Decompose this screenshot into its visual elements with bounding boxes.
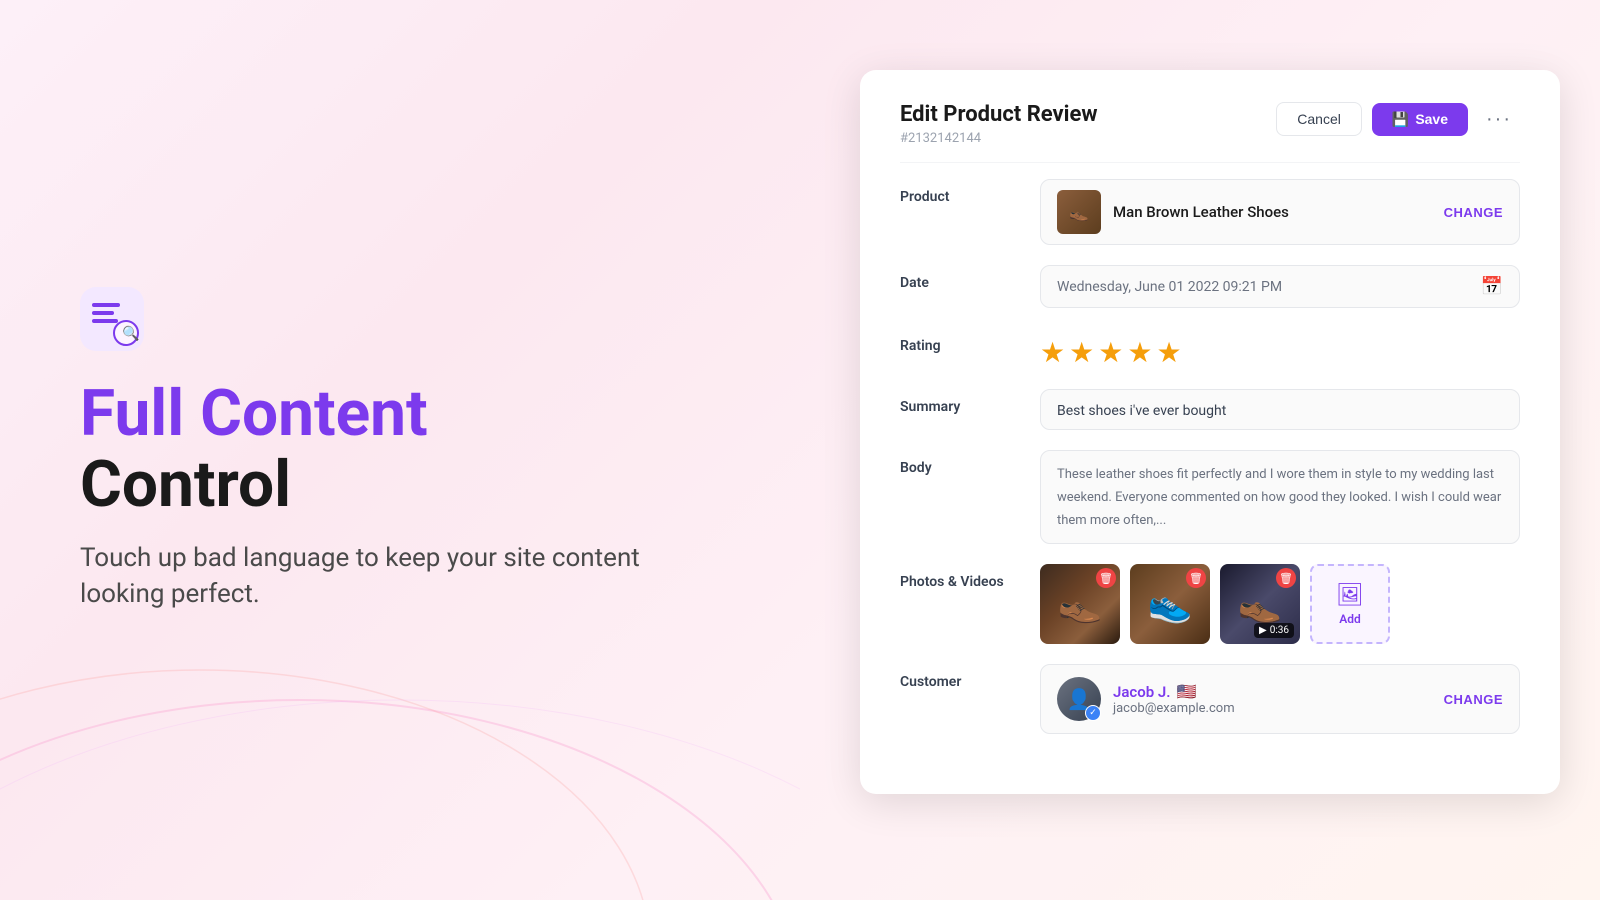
add-photo-label: Add [1339,612,1361,626]
svg-text:🔍: 🔍 [122,324,139,342]
summary-value: Best shoes i've ever bought [1057,403,1226,419]
customer-email: jacob@example.com [1113,701,1235,716]
logo-icon: 🔍 [80,287,640,355]
card-title-block: Edit Product Review #2132142144 [900,102,1098,146]
date-field: Wednesday, June 01 2022 09:21 PM 📅 [1040,265,1520,308]
star-1[interactable]: ★ [1040,336,1065,369]
card-actions: Cancel 💾 Save ··· [1276,102,1520,136]
star-5[interactable]: ★ [1156,336,1181,369]
save-icon: 💾 [1392,111,1409,128]
verified-badge: ✓ [1085,705,1101,721]
edit-product-review-card: Edit Product Review #2132142144 Cancel 💾… [860,70,1560,794]
date-value: Wednesday, June 01 2022 09:21 PM [1057,279,1282,295]
summary-label: Summary [900,389,1020,415]
product-field: 👞 Man Brown Leather Shoes CHANGE [1040,179,1520,245]
customer-box: 👤 ✓ Jacob J. 🇺🇸 jacob@example.com CHANGE [1040,664,1520,734]
body-label: Body [900,450,1020,476]
save-button[interactable]: 💾 Save [1372,103,1468,136]
rating-field: ★ ★ ★ ★ ★ [1040,328,1520,369]
video-duration: 0:36 [1270,625,1289,636]
body-field: These leather shoes fit perfectly and I … [1040,450,1520,544]
cancel-button[interactable]: Cancel [1276,102,1362,136]
rating-label: Rating [900,328,1020,354]
body-row: Body These leather shoes fit perfectly a… [900,450,1520,544]
star-2[interactable]: ★ [1069,336,1094,369]
date-box[interactable]: Wednesday, June 01 2022 09:21 PM 📅 [1040,265,1520,308]
product-change-button[interactable]: CHANGE [1444,205,1503,220]
shoe-icon: 👞 [1069,203,1089,222]
summary-box[interactable]: Best shoes i've ever bought [1040,389,1520,430]
photo-item-1: 👞 🗑 [1040,564,1120,644]
photo-item-2: 👟 🗑 [1130,564,1210,644]
more-options-button[interactable]: ··· [1478,104,1520,135]
customer-name-row: Jacob J. 🇺🇸 [1113,682,1235,701]
photo-item-3: 👞 🗑 ▶ 0:36 [1220,564,1300,644]
rating-row: Rating ★ ★ ★ ★ ★ [900,328,1520,369]
body-box[interactable]: These leather shoes fit perfectly and I … [1040,450,1520,544]
star-4[interactable]: ★ [1127,336,1152,369]
play-icon: ▶ [1259,625,1267,636]
calendar-icon[interactable]: 📅 [1481,276,1503,297]
customer-row: Customer 👤 ✓ Jacob J. 🇺🇸 jacob@example.c… [900,664,1520,734]
product-name: Man Brown Leather Shoes [1113,203,1289,221]
header-divider [900,162,1520,163]
photos-field: 👞 🗑 👟 🗑 👞 🗑 ▶ 0:36 [1040,564,1520,644]
product-label: Product [900,179,1020,205]
star-3[interactable]: ★ [1098,336,1123,369]
photos-list: 👞 🗑 👟 🗑 👞 🗑 ▶ 0:36 [1040,564,1520,644]
add-photo-icon: 🖼 [1336,583,1364,608]
video-duration-badge: ▶ 0:36 [1254,623,1294,638]
body-value: These leather shoes fit perfectly and I … [1057,467,1501,528]
add-photo-button[interactable]: 🖼 Add [1310,564,1390,644]
customer-details: Jacob J. 🇺🇸 jacob@example.com [1113,682,1235,716]
star-rating[interactable]: ★ ★ ★ ★ ★ [1040,328,1520,369]
summary-field: Best shoes i've ever bought [1040,389,1520,430]
subtitle: Touch up bad language to keep your site … [80,540,640,613]
photos-label: Photos & Videos [900,564,1020,590]
card-id: #2132142144 [900,131,1098,146]
photos-row: Photos & Videos 👞 🗑 👟 🗑 👞 🗑 [900,564,1520,644]
avatar-wrap: 👤 ✓ [1057,677,1101,721]
date-row: Date Wednesday, June 01 2022 09:21 PM 📅 [900,265,1520,308]
customer-field: 👤 ✓ Jacob J. 🇺🇸 jacob@example.com CHANGE [1040,664,1520,734]
customer-change-button[interactable]: CHANGE [1444,692,1503,707]
product-info: 👞 Man Brown Leather Shoes [1057,190,1289,234]
customer-flag: 🇺🇸 [1177,682,1197,701]
customer-label: Customer [900,664,1020,690]
summary-row: Summary Best shoes i've ever bought [900,389,1520,430]
customer-info: 👤 ✓ Jacob J. 🇺🇸 jacob@example.com [1057,677,1235,721]
product-row: Product 👞 Man Brown Leather Shoes CHANGE [900,179,1520,245]
card-header: Edit Product Review #2132142144 Cancel 💾… [900,102,1520,146]
date-label: Date [900,265,1020,291]
customer-name: Jacob J. [1113,683,1171,701]
left-panel: 🔍 Full Content Control Touch up bad lang… [0,0,720,900]
product-thumbnail: 👞 [1057,190,1101,234]
card-title: Edit Product Review [900,102,1098,127]
headline: Full Content Control [80,379,640,520]
product-box: 👞 Man Brown Leather Shoes CHANGE [1040,179,1520,245]
